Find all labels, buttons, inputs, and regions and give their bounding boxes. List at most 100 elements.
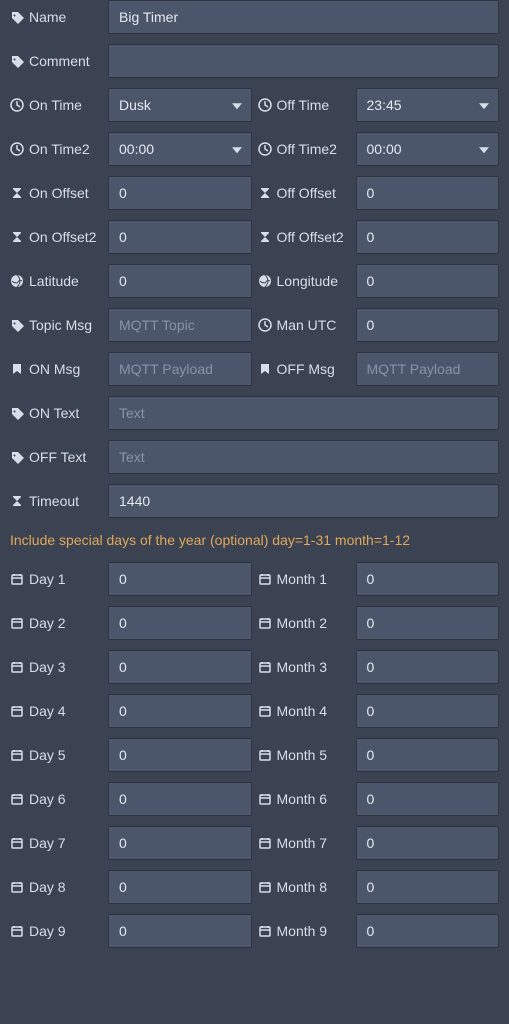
- day6-input[interactable]: [108, 782, 252, 816]
- manutc-label-text: Man UTC: [277, 317, 337, 333]
- month3-input[interactable]: [356, 650, 500, 684]
- day7-input[interactable]: [108, 826, 252, 860]
- topicmsg-input[interactable]: [108, 308, 252, 342]
- ontime2-label: On Time2: [10, 141, 102, 157]
- offtime2-select-wrap[interactable]: 00:00: [356, 132, 500, 166]
- latitude-label-text: Latitude: [29, 273, 79, 289]
- day8-label: Day 8: [10, 879, 102, 895]
- ontime2-select[interactable]: 00:00: [108, 132, 252, 166]
- month5-label-text: Month 5: [277, 747, 328, 763]
- onoffset2-label: On Offset2: [10, 229, 102, 245]
- offmsg-input[interactable]: [356, 352, 500, 386]
- manutc-input[interactable]: [356, 308, 500, 342]
- ontime-select[interactable]: Dusk: [108, 88, 252, 122]
- offtime-label: Off Time: [258, 97, 350, 113]
- offtext-input[interactable]: [108, 440, 499, 474]
- month6-label-text: Month 6: [277, 791, 328, 807]
- onoffset-input[interactable]: [108, 176, 252, 210]
- hourglass-icon: [10, 186, 24, 200]
- ontext-input[interactable]: [108, 396, 499, 430]
- clock-icon: [10, 142, 24, 156]
- month6-input[interactable]: [356, 782, 500, 816]
- hourglass-icon: [258, 186, 272, 200]
- comment-label-text: Comment: [29, 53, 90, 69]
- calendar-icon: [258, 704, 272, 718]
- offtime2-select[interactable]: 00:00: [356, 132, 500, 166]
- offtime-select-wrap[interactable]: 23:45: [356, 88, 500, 122]
- day1-label-text: Day 1: [29, 571, 66, 587]
- ontime2-select-wrap[interactable]: 00:00: [108, 132, 252, 166]
- month4-input[interactable]: [356, 694, 500, 728]
- clock-icon: [10, 98, 24, 112]
- day9-input[interactable]: [108, 914, 252, 948]
- comment-input[interactable]: [108, 44, 499, 78]
- name-input[interactable]: [108, 0, 499, 34]
- month7-input[interactable]: [356, 826, 500, 860]
- clock-icon: [258, 98, 272, 112]
- month4-label: Month 4: [258, 703, 350, 719]
- longitude-label: Longitude: [258, 273, 350, 289]
- month5-label: Month 5: [258, 747, 350, 763]
- day3-input[interactable]: [108, 650, 252, 684]
- ontime-select-wrap[interactable]: Dusk: [108, 88, 252, 122]
- onoffset2-label-text: On Offset2: [29, 229, 96, 245]
- month3-label-text: Month 3: [277, 659, 328, 675]
- timeout-label: Timeout: [10, 493, 102, 509]
- calendar-icon: [10, 660, 24, 674]
- day8-input[interactable]: [108, 870, 252, 904]
- longitude-label-text: Longitude: [277, 273, 339, 289]
- day9-label-text: Day 9: [29, 923, 66, 939]
- day1-input[interactable]: [108, 562, 252, 596]
- month2-input[interactable]: [356, 606, 500, 640]
- tag-icon: [10, 406, 24, 420]
- globe-icon: [10, 274, 24, 288]
- tag-icon: [10, 54, 24, 68]
- section-note: Include special days of the year (option…: [10, 532, 499, 548]
- calendar-icon: [258, 924, 272, 938]
- calendar-icon: [10, 748, 24, 762]
- hourglass-icon: [10, 230, 24, 244]
- manutc-label: Man UTC: [258, 317, 350, 333]
- timeout-input[interactable]: [108, 484, 499, 518]
- day3-label: Day 3: [10, 659, 102, 675]
- day1-label: Day 1: [10, 571, 102, 587]
- clock-icon: [258, 142, 272, 156]
- month3-label: Month 3: [258, 659, 350, 675]
- month1-input[interactable]: [356, 562, 500, 596]
- topicmsg-label: Topic Msg: [10, 317, 102, 333]
- offoffset2-input[interactable]: [356, 220, 500, 254]
- globe-icon: [258, 274, 272, 288]
- day7-label-text: Day 7: [29, 835, 66, 851]
- month9-input[interactable]: [356, 914, 500, 948]
- month6-label: Month 6: [258, 791, 350, 807]
- month5-input[interactable]: [356, 738, 500, 772]
- month8-label: Month 8: [258, 879, 350, 895]
- tag-icon: [10, 318, 24, 332]
- day4-input[interactable]: [108, 694, 252, 728]
- calendar-icon: [258, 572, 272, 586]
- month9-label-text: Month 9: [277, 923, 328, 939]
- onmsg-label-text: ON Msg: [29, 361, 80, 377]
- onoffset2-input[interactable]: [108, 220, 252, 254]
- month9-label: Month 9: [258, 923, 350, 939]
- calendar-icon: [10, 880, 24, 894]
- onoffset-label-text: On Offset: [29, 185, 89, 201]
- offoffset-input[interactable]: [356, 176, 500, 210]
- month8-input[interactable]: [356, 870, 500, 904]
- offtime-select[interactable]: 23:45: [356, 88, 500, 122]
- day2-input[interactable]: [108, 606, 252, 640]
- onmsg-input[interactable]: [108, 352, 252, 386]
- offoffset2-label: Off Offset2: [258, 229, 350, 245]
- month7-label-text: Month 7: [277, 835, 328, 851]
- calendar-icon: [258, 836, 272, 850]
- day8-label-text: Day 8: [29, 879, 66, 895]
- longitude-input[interactable]: [356, 264, 500, 298]
- calendar-icon: [258, 792, 272, 806]
- latitude-input[interactable]: [108, 264, 252, 298]
- onmsg-label: ON Msg: [10, 361, 102, 377]
- month2-label-text: Month 2: [277, 615, 328, 631]
- ontime2-label-text: On Time2: [29, 141, 90, 157]
- day5-input[interactable]: [108, 738, 252, 772]
- offtext-label-text: OFF Text: [29, 449, 86, 465]
- calendar-icon: [10, 792, 24, 806]
